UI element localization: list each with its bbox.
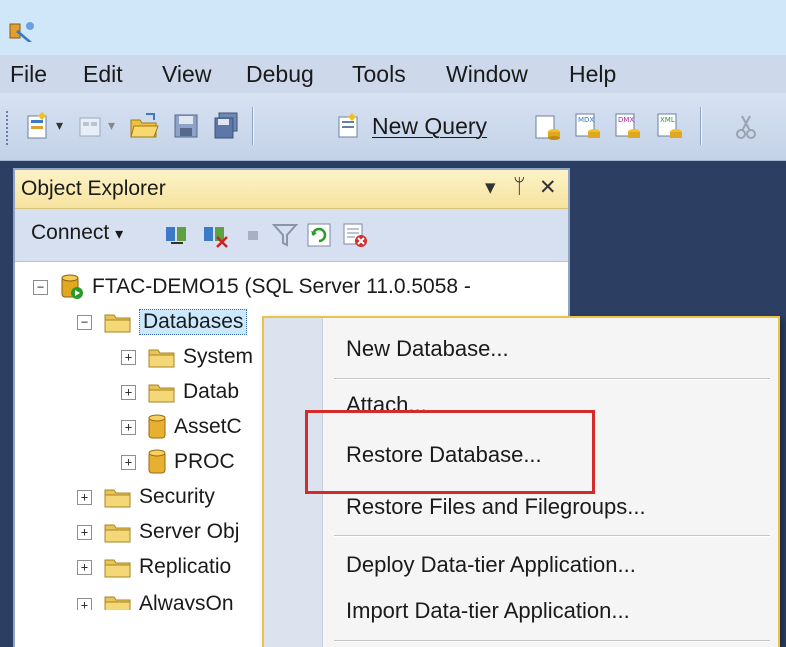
server-connected-icon [61, 274, 83, 299]
svg-text:MDX: MDX [578, 116, 594, 124]
menu-item-new-database[interactable]: New Database... [346, 336, 509, 362]
tree-node-server[interactable]: − FTAC-DEMO15 (SQL Server 11.0.5058 - [33, 270, 471, 304]
add-item-icon[interactable] [74, 110, 106, 142]
svg-text:DMX: DMX [618, 116, 634, 124]
stop-icon[interactable] [239, 221, 267, 249]
menu-edit[interactable]: Edit [83, 61, 123, 88]
ssms-app-icon[interactable] [8, 20, 36, 44]
cut-icon[interactable] [730, 110, 762, 142]
menu-view[interactable]: View [162, 61, 211, 88]
toolbar-grip[interactable] [6, 111, 11, 145]
tree-label: AssetC [174, 415, 242, 438]
folder-icon [104, 596, 131, 610]
connect-button[interactable]: Connect ▾ [31, 221, 123, 245]
tree-label: PROC [174, 450, 235, 473]
context-menu-separator [334, 535, 770, 537]
menu-tools[interactable]: Tools [352, 61, 406, 88]
object-explorer-toolbar: Connect ▾ [15, 209, 568, 262]
databases-label: Databases [139, 309, 248, 335]
new-query-label: New Query [372, 112, 488, 139]
tree-label: System [183, 345, 254, 368]
menu-debug[interactable]: Debug [246, 61, 314, 88]
refresh-icon[interactable] [305, 221, 333, 249]
tree-node-database-snapshots[interactable]: + Datab [121, 375, 239, 409]
folder-icon [104, 314, 131, 332]
connect-object-explorer-icon[interactable] [163, 221, 191, 249]
restore-database-highlight [305, 410, 595, 494]
menu-window[interactable]: Window [446, 61, 528, 88]
save-all-icon[interactable] [210, 110, 242, 142]
object-explorer-header: Object Explorer ▾ ᛘ ✕ [15, 170, 568, 209]
xmla-query-icon[interactable]: XML [654, 110, 686, 142]
tree-label: Security [139, 485, 215, 508]
expand-icon[interactable]: + [77, 524, 92, 540]
expand-icon[interactable]: + [77, 598, 92, 610]
context-menu-separator [334, 378, 770, 380]
expand-icon[interactable]: + [121, 384, 136, 400]
tree-node-alwayson[interactable]: + AlwaysOn [77, 588, 234, 610]
folder-icon [104, 524, 131, 542]
folder-icon [104, 489, 131, 507]
tree-node-database[interactable]: + AssetC [121, 410, 242, 444]
expand-icon[interactable]: + [121, 349, 136, 365]
tree-label: Replicatio [139, 555, 232, 578]
folder-icon [148, 349, 175, 367]
tree-node-databases[interactable]: − Databases [77, 305, 248, 339]
tree-label: AlwaysOn [139, 592, 234, 610]
tree-node-server-objects[interactable]: + Server Obj [77, 515, 239, 549]
new-query-icon [338, 113, 358, 138]
tree-node-database[interactable]: + PROC [121, 445, 235, 479]
filter-icon[interactable] [271, 221, 299, 249]
save-icon[interactable] [170, 110, 202, 142]
folder-icon [104, 559, 131, 577]
stop-activity-icon[interactable] [341, 221, 369, 249]
menu-file[interactable]: File [10, 61, 47, 88]
open-file-icon[interactable] [128, 110, 160, 142]
tree-node-replication[interactable]: + Replicatio [77, 550, 231, 584]
database-icon [148, 449, 166, 474]
tree-label: Datab [183, 380, 240, 403]
expand-icon[interactable]: + [77, 559, 92, 575]
collapse-icon[interactable]: − [33, 279, 48, 295]
connect-dropdown-icon: ▾ [115, 226, 124, 243]
menu-item-import-data-tier[interactable]: Import Data-tier Application... [346, 598, 630, 624]
connect-label: Connect [31, 221, 110, 244]
menu-bar: File Edit View Debug Tools Window Help [0, 55, 786, 93]
standard-toolbar: ▾ ▾ New Query MDX DMX XML [0, 93, 786, 161]
close-icon[interactable]: ✕ [539, 175, 557, 200]
server-label: FTAC-DEMO15 (SQL Server 11.0.5058 - [92, 275, 471, 298]
folder-icon [148, 384, 175, 402]
collapse-icon[interactable]: − [77, 314, 92, 330]
window-position-dropdown-icon[interactable]: ▾ [485, 175, 496, 200]
context-menu-separator [334, 640, 770, 642]
pin-icon[interactable]: ᛘ [513, 175, 526, 199]
new-project-icon[interactable] [22, 110, 54, 142]
svg-text:XML: XML [660, 116, 675, 124]
toolbar-separator [252, 107, 254, 145]
database-icon [148, 414, 166, 439]
tree-node-security[interactable]: + Security [77, 480, 215, 514]
menu-item-restore-files-filegroups[interactable]: Restore Files and Filegroups... [346, 494, 646, 520]
expand-icon[interactable]: + [121, 419, 136, 435]
add-item-dropdown-icon[interactable]: ▾ [108, 117, 115, 134]
tree-node-system-databases[interactable]: + System [121, 340, 253, 374]
object-explorer-title: Object Explorer [21, 177, 166, 200]
tree-label: Server Obj [139, 520, 240, 543]
new-project-dropdown-icon[interactable]: ▾ [56, 117, 63, 134]
database-engine-query-icon[interactable] [532, 110, 564, 142]
expand-icon[interactable]: + [77, 489, 92, 505]
menu-help[interactable]: Help [569, 61, 616, 88]
disconnect-icon[interactable] [201, 221, 229, 249]
menu-item-deploy-data-tier[interactable]: Deploy Data-tier Application... [346, 552, 636, 578]
new-query-button[interactable]: New Query [334, 107, 487, 145]
expand-icon[interactable]: + [121, 454, 136, 470]
toolbar-separator [700, 107, 702, 145]
analysis-dmx-query-icon[interactable]: DMX [612, 110, 644, 142]
title-bar [0, 0, 786, 55]
analysis-mdx-query-icon[interactable]: MDX [572, 110, 604, 142]
